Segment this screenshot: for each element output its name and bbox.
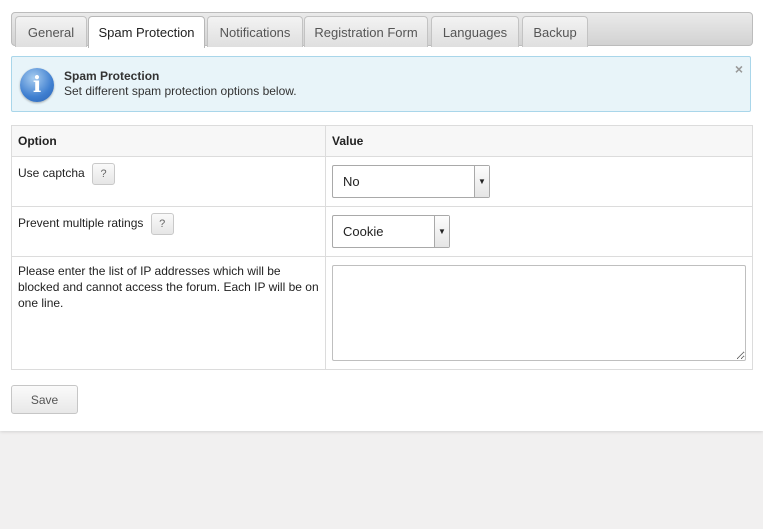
blocked-ips-textarea[interactable] [332, 265, 746, 361]
option-cell: Please enter the list of IP addresses wh… [11, 256, 326, 370]
tab-bar: General Spam Protection Notifications Re… [11, 12, 753, 48]
value-cell: No ▼ [325, 156, 753, 207]
info-text: Set different spam protection options be… [64, 84, 297, 98]
help-button[interactable]: ? [150, 213, 174, 235]
table-row: Please enter the list of IP addresses wh… [11, 256, 753, 370]
option-label-blocked-ips: Please enter the list of IP addresses wh… [18, 264, 319, 310]
option-cell: Prevent multiple ratings ? [11, 206, 326, 257]
tab-notifications[interactable]: Notifications [207, 16, 303, 47]
column-header-value: Value [325, 125, 753, 157]
dropdown-arrow-icon[interactable]: ▼ [474, 166, 489, 197]
info-icon: i [20, 68, 54, 102]
value-cell: Cookie ▼ [325, 206, 753, 257]
tab-backup[interactable]: Backup [522, 16, 588, 47]
info-title: Spam Protection [64, 69, 160, 83]
column-header-option: Option [11, 125, 326, 157]
option-cell: Use captcha ? [11, 156, 326, 207]
use-captcha-select[interactable]: No ▼ [332, 165, 490, 198]
table-header-row: Option Value [11, 125, 753, 157]
prevent-multiple-ratings-select[interactable]: Cookie ▼ [332, 215, 450, 248]
tab-general[interactable]: General [15, 16, 87, 47]
prevent-multiple-ratings-value: Cookie [343, 224, 384, 239]
help-button[interactable]: ? [92, 163, 116, 185]
tab-spam-protection[interactable]: Spam Protection [88, 16, 205, 48]
table-row: Prevent multiple ratings ? Cookie ▼ [11, 206, 753, 257]
value-cell [325, 256, 753, 370]
close-icon[interactable]: × [735, 61, 743, 77]
info-box: i Spam Protection Set different spam pro… [11, 56, 751, 112]
settings-panel: General Spam Protection Notifications Re… [0, 0, 763, 431]
options-table: Option Value Use captcha ? No ▼ Prevent … [11, 125, 753, 370]
option-label-prevent-multiple-ratings: Prevent multiple ratings [18, 216, 144, 231]
save-button[interactable]: Save [11, 385, 78, 414]
tab-languages[interactable]: Languages [431, 16, 519, 47]
dropdown-arrow-icon[interactable]: ▼ [434, 216, 449, 247]
table-row: Use captcha ? No ▼ [11, 156, 753, 207]
option-label-use-captcha: Use captcha [18, 166, 85, 181]
use-captcha-value: No [343, 174, 360, 189]
tab-registration-form[interactable]: Registration Form [304, 16, 428, 47]
